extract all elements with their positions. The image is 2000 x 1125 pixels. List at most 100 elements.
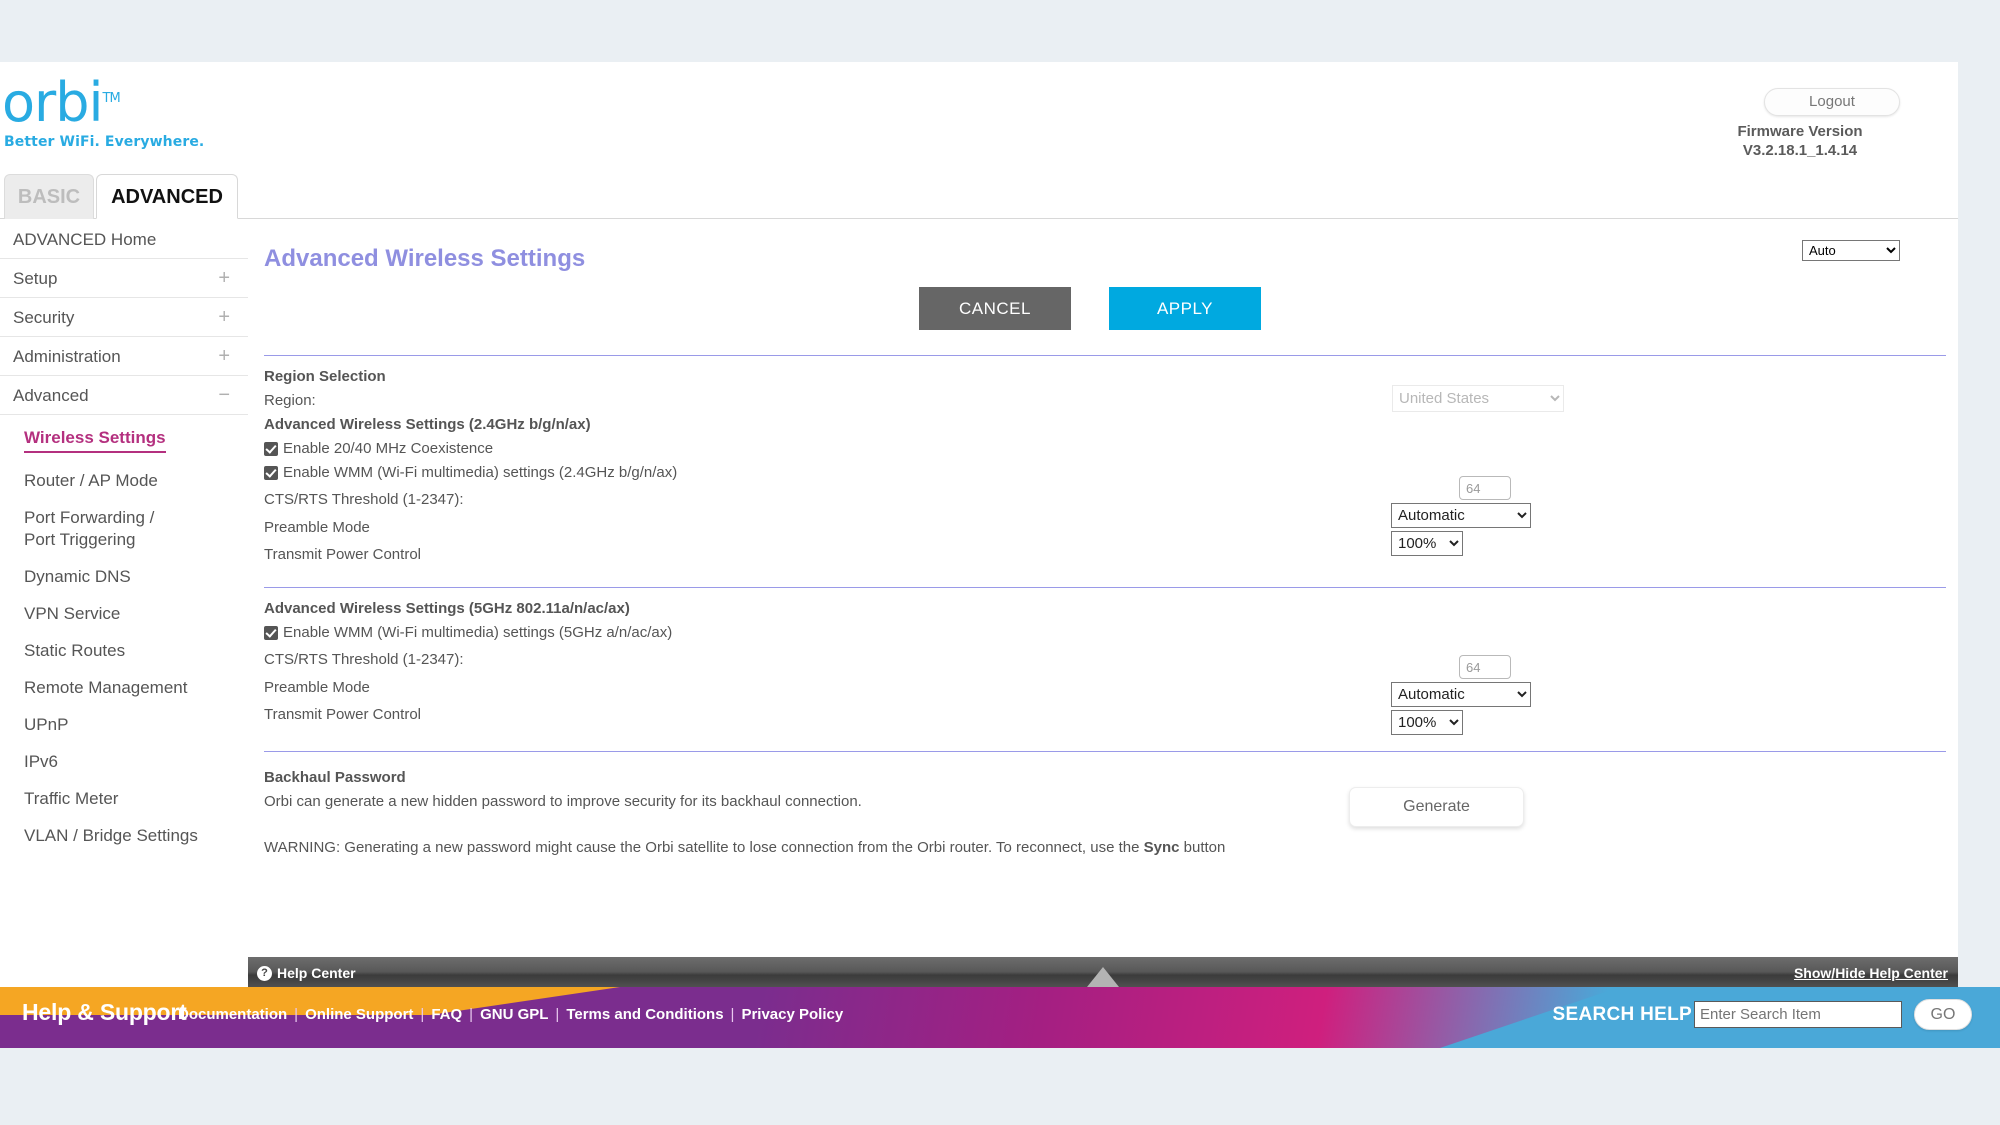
minus-icon: − <box>218 384 230 406</box>
help-center-bar: ? Help Center Show/Hide Help Center <box>248 957 1958 990</box>
sidebar-item-label: Administration <box>13 347 121 366</box>
logout-button[interactable]: Logout <box>1764 88 1900 116</box>
power-24ghz-label: Transmit Power Control <box>264 546 421 563</box>
cts-rts-24ghz-label: CTS/RTS Threshold (1-2347): <box>264 491 464 508</box>
checkbox-wmm-5ghz[interactable] <box>264 626 278 640</box>
backhaul-warning-sync: Sync <box>1143 839 1180 856</box>
sidebar-item-router-ap-mode[interactable]: Router / AP Mode <box>0 470 248 492</box>
plus-icon: + <box>218 267 230 289</box>
sidebar-item-advanced[interactable]: Advanced − <box>0 376 248 415</box>
trademark-icon: TM <box>102 91 121 106</box>
tab-advanced[interactable]: ADVANCED <box>96 174 238 219</box>
link-separator: | <box>555 1006 560 1023</box>
orbi-logo: orbiTM Better WiFi. Everywhere. <box>0 76 205 151</box>
power-5ghz-select[interactable]: 100% <box>1391 710 1463 735</box>
region-label: Region: <box>264 392 316 409</box>
footer-link-privacy-policy[interactable]: Privacy Policy <box>741 1006 843 1023</box>
power-24ghz-select[interactable]: 100% <box>1391 531 1463 556</box>
backhaul-warning-prefix: WARNING: Generating a new password might… <box>264 839 1144 856</box>
cts-rts-5ghz-input[interactable] <box>1459 655 1511 679</box>
sidebar-submenu: Wireless Settings Router / AP Mode Port … <box>0 415 248 847</box>
sidebar-item-dynamic-dns[interactable]: Dynamic DNS <box>0 566 248 588</box>
sidebar-item-port-forwarding[interactable]: Port Forwarding / Port Triggering <box>0 507 170 551</box>
firmware-version-value: V3.2.18.1_1.4.14 <box>1742 142 1858 159</box>
tab-basic[interactable]: BASIC <box>4 174 94 219</box>
apply-button[interactable]: APPLY <box>1109 287 1261 330</box>
cts-rts-5ghz-label: CTS/RTS Threshold (1-2347): <box>264 651 464 668</box>
app-frame: orbiTM Better WiFi. Everywhere. Logout F… <box>0 62 1958 1048</box>
link-separator: | <box>420 1006 425 1023</box>
sidebar-item-label: Security <box>13 308 75 327</box>
sidebar-item-label: Setup <box>13 269 58 288</box>
search-help-label: SEARCH HELP <box>1552 1004 1692 1025</box>
link-separator: | <box>730 1006 735 1023</box>
backhaul-description: Orbi can generate a new hidden password … <box>264 793 862 810</box>
section-region-and-24ghz: Region Selection Region: Advanced Wirele… <box>264 365 1946 567</box>
page-bottom-strip <box>0 1048 2000 1125</box>
logo-wordmark: orbiTM <box>0 76 204 130</box>
sidebar-item-traffic-meter[interactable]: Traffic Meter <box>0 788 248 810</box>
sidebar-item-vlan-bridge-settings[interactable]: VLAN / Bridge Settings <box>0 825 248 847</box>
cts-rts-24ghz-input[interactable] <box>1459 476 1511 500</box>
footer-links: Documentation | Online Support | FAQ | GNU GPL… <box>178 1006 843 1023</box>
sidebar-item-vpn-service[interactable]: VPN Service <box>0 603 248 625</box>
checkbox-wmm-24ghz[interactable] <box>264 466 278 480</box>
logo-tagline: Better WiFi. Everywhere. <box>4 134 205 150</box>
preamble-24ghz-label: Preamble Mode <box>264 519 370 536</box>
footer-link-online-support[interactable]: Online Support <box>305 1006 413 1023</box>
cancel-button[interactable]: CANCEL <box>919 287 1071 330</box>
action-button-row: CANCEL APPLY <box>264 287 1946 333</box>
page-header: orbiTM Better WiFi. Everywhere. Logout F… <box>0 62 1958 261</box>
sidebar-item-ipv6[interactable]: IPv6 <box>0 751 248 773</box>
backhaul-heading: Backhaul Password <box>264 769 406 786</box>
page-title: Advanced Wireless Settings <box>264 245 586 272</box>
question-mark-icon: ? <box>257 966 272 981</box>
coexistence-row: Enable 20/40 MHz Coexistence <box>264 437 1946 461</box>
sidebar-item-advanced-home[interactable]: ADVANCED Home <box>0 220 248 259</box>
page-root: orbiTM Better WiFi. Everywhere. Logout F… <box>0 0 2000 1125</box>
divider-top <box>264 355 1946 356</box>
wmm-24-row: Enable WMM (Wi-Fi multimedia) settings (… <box>264 461 1946 485</box>
band-5ghz-heading: Advanced Wireless Settings (5GHz 802.11a… <box>264 600 630 617</box>
backhaul-warning-suffix: button <box>1179 839 1226 856</box>
band-24ghz-heading: Advanced Wireless Settings (2.4GHz b/g/n… <box>264 416 591 433</box>
sidebar-item-wireless-settings[interactable]: Wireless Settings <box>24 427 166 453</box>
checkbox-20-40-coexistence[interactable] <box>264 442 278 456</box>
wmm-5ghz-label: Enable WMM (Wi-Fi multimedia) settings (… <box>283 624 673 641</box>
main-tabs: BASIC ADVANCED <box>0 174 1958 219</box>
sidebar-item-administration[interactable]: Administration + <box>0 337 248 376</box>
link-separator: | <box>469 1006 474 1023</box>
main-content: Advanced Wireless Settings CANCEL APPLY … <box>264 220 1946 860</box>
preamble-5ghz-label: Preamble Mode <box>264 679 370 696</box>
preamble-5ghz-select[interactable]: Automatic <box>1391 682 1531 707</box>
footer-link-faq[interactable]: FAQ <box>431 1006 462 1023</box>
section-backhaul-password: Backhaul Password Orbi can generate a ne… <box>264 766 1946 860</box>
help-support-title: Help & Support <box>22 999 187 1025</box>
footer-link-documentation[interactable]: Documentation <box>178 1006 287 1023</box>
footer-link-gnu-gpl[interactable]: GNU GPL <box>480 1006 548 1023</box>
preamble-24ghz-select[interactable]: Automatic <box>1391 503 1531 528</box>
link-separator: | <box>294 1006 299 1023</box>
search-go-button[interactable]: GO <box>1914 999 1972 1030</box>
section-5ghz: Advanced Wireless Settings (5GHz 802.11a… <box>264 597 1946 735</box>
divider-bottom <box>264 751 1946 752</box>
backhaul-warning: WARNING: Generating a new password might… <box>264 836 1946 860</box>
sidebar-item-static-routes[interactable]: Static Routes <box>0 640 248 662</box>
wmm-5-row: Enable WMM (Wi-Fi multimedia) settings (… <box>264 621 1946 645</box>
help-center-label-wrap[interactable]: ? Help Center <box>257 957 356 990</box>
wmm-24ghz-label: Enable WMM (Wi-Fi multimedia) settings (… <box>283 464 678 481</box>
footer-link-terms-and-conditions[interactable]: Terms and Conditions <box>566 1006 723 1023</box>
search-help-input[interactable] <box>1694 1001 1902 1028</box>
sidebar-subitem-wireless-settings-wrap: Wireless Settings <box>0 427 248 470</box>
firmware-version-block: Firmware Version V3.2.18.1_1.4.14 <box>1700 122 1900 160</box>
sidebar-item-security[interactable]: Security + <box>0 298 248 337</box>
sidebar-item-setup[interactable]: Setup + <box>0 259 248 298</box>
triangle-up-icon[interactable] <box>1087 967 1119 987</box>
sidebar-item-remote-management[interactable]: Remote Management <box>0 677 248 699</box>
show-hide-help-center-link[interactable]: Show/Hide Help Center <box>1794 957 1948 990</box>
sidebar-item-label: ADVANCED Home <box>13 230 157 249</box>
sidebar-item-upnp[interactable]: UPnP <box>0 714 248 736</box>
generate-button[interactable]: Generate <box>1349 787 1524 827</box>
sidebar-item-label: Advanced <box>13 386 89 405</box>
region-select[interactable]: United States <box>1392 385 1564 412</box>
